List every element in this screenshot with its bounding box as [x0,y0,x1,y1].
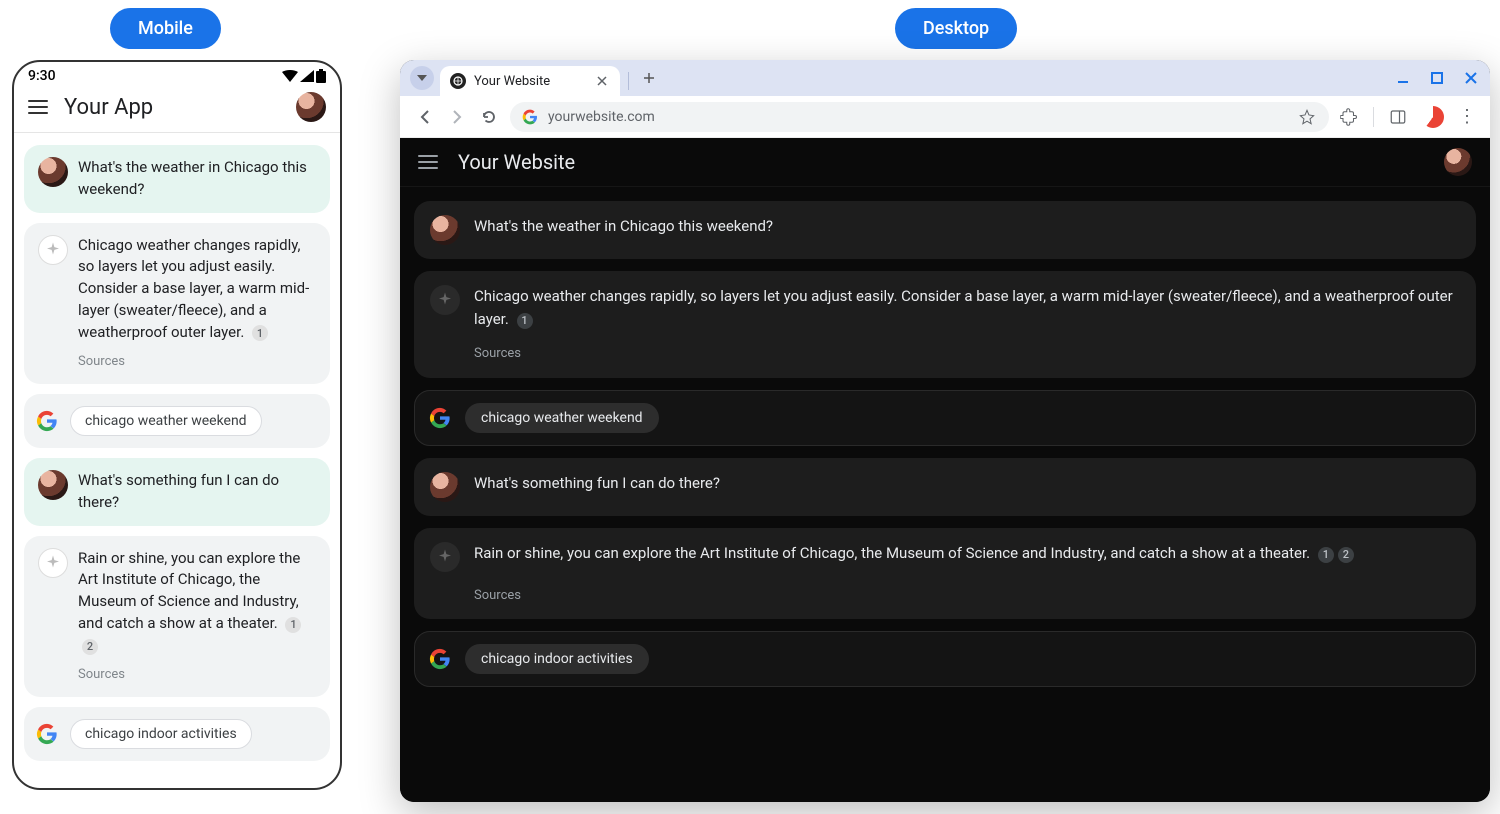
ai-message: Chicago weather changes rapidly, so laye… [24,223,330,385]
citation-badge[interactable]: 1 [517,313,533,329]
sources-link[interactable]: Sources [474,586,521,606]
window-close-button[interactable] [1462,69,1480,87]
user-message: What's something fun I can do there? [414,458,1476,516]
user-message: What's something fun I can do there? [24,458,330,526]
browser-menu-button[interactable]: ⋮ [1458,106,1476,127]
app-header: Your App [14,86,340,133]
tab-close-button[interactable] [594,73,610,89]
message-text: What's something fun I can do there? [78,470,316,514]
window-controls [1394,60,1480,96]
google-logo-icon [429,648,451,670]
new-tab-button[interactable] [637,66,661,90]
site-user-avatar[interactable] [1444,148,1472,176]
mobile-label-pill: Mobile [110,8,221,49]
ai-spark-icon [38,235,68,265]
browser-tabbar: Your Website [400,60,1490,96]
search-chip[interactable]: chicago weather weekend [70,406,262,436]
citation-badge[interactable]: 1 [252,325,268,341]
browser-tab[interactable]: Your Website [440,66,620,96]
battery-icon [316,69,326,83]
site-header: Your Website [400,138,1490,187]
tab-title: Your Website [474,74,550,89]
tab-search-dropdown[interactable] [410,66,434,90]
wifi-icon [282,70,298,82]
user-avatar-icon [430,472,460,502]
citation-badge[interactable]: 1 [285,617,301,633]
ai-spark-icon [430,285,460,315]
site-title: Your Website [458,150,575,174]
app-title: Your App [64,95,153,120]
cell-signal-icon [300,70,314,82]
desktop-browser-frame: Your Website yourwebsite.com [400,60,1490,802]
status-icons [282,69,326,83]
search-suggestion-card: chicago weather weekend [414,390,1476,446]
status-time: 9:30 [28,68,56,84]
nav-back-button[interactable] [414,106,436,128]
window-minimize-button[interactable] [1394,69,1412,87]
website-page: Your Website What's the weather in Chica… [400,138,1490,802]
ai-message: Rain or shine, you can explore the Art I… [414,528,1476,620]
user-avatar-icon [430,215,460,245]
message-text: What's the weather in Chicago this weeke… [474,215,773,238]
extensions-icon[interactable] [1339,107,1359,127]
google-logo-icon [36,410,58,432]
sources-link[interactable]: Sources [474,344,521,364]
user-message: What's the weather in Chicago this weeke… [24,145,330,213]
sources-link[interactable]: Sources [78,666,125,685]
ai-message: Rain or shine, you can explore the Art I… [24,536,330,698]
ai-spark-icon [38,548,68,578]
address-bar[interactable]: yourwebsite.com [510,102,1329,132]
message-text: Chicago weather changes rapidly, so laye… [78,235,316,344]
site-chat-body: What's the weather in Chicago this weeke… [400,187,1490,802]
message-text: Rain or shine, you can explore the Art I… [474,542,1354,565]
tab-favicon-icon [450,73,466,89]
hamburger-icon[interactable] [28,100,48,114]
toolbar-separator [1373,107,1374,127]
profile-avatar-icon[interactable] [1422,106,1444,128]
site-hamburger-icon[interactable] [418,155,438,169]
toolbar-right: ⋮ [1339,106,1476,128]
google-logo-icon [429,407,451,429]
user-avatar-icon [38,157,68,187]
user-message: What's the weather in Chicago this weeke… [414,201,1476,259]
status-bar: 9:30 [14,62,340,86]
search-chip[interactable]: chicago indoor activities [465,644,649,674]
user-avatar-icon [38,470,68,500]
user-avatar[interactable] [296,92,326,122]
ai-spark-icon [430,542,460,572]
message-text: Rain or shine, you can explore the Art I… [78,548,316,657]
site-favicon-icon [522,109,538,125]
url-text: yourwebsite.com [548,109,655,125]
chat-body: What's the weather in Chicago this weeke… [14,133,340,788]
desktop-label-pill: Desktop [895,8,1017,49]
ai-message: Chicago weather changes rapidly, so laye… [414,271,1476,378]
google-logo-icon [36,723,58,745]
sources-link[interactable]: Sources [78,353,125,372]
tab-separator [628,72,629,90]
reload-button[interactable] [478,106,500,128]
search-suggestion-card: chicago weather weekend [24,394,330,448]
citation-badge[interactable]: 2 [82,639,98,655]
message-text: What's the weather in Chicago this weeke… [78,157,316,201]
search-chip[interactable]: chicago indoor activities [70,719,252,749]
search-chip[interactable]: chicago weather weekend [465,403,659,433]
side-panel-icon[interactable] [1388,107,1408,127]
nav-forward-button[interactable] [446,106,468,128]
browser-toolbar: yourwebsite.com ⋮ [400,96,1490,138]
message-text: Chicago weather changes rapidly, so laye… [474,285,1460,330]
citation-badge[interactable]: 2 [1338,547,1354,563]
window-maximize-button[interactable] [1428,69,1446,87]
search-suggestion-card: chicago indoor activities [24,707,330,761]
mobile-frame: 9:30 Your App What's the weather in Chic… [12,60,342,790]
bookmark-star-icon[interactable] [1297,107,1317,127]
search-suggestion-card: chicago indoor activities [414,631,1476,687]
message-text: What's something fun I can do there? [474,472,720,495]
citation-badge[interactable]: 1 [1318,547,1334,563]
